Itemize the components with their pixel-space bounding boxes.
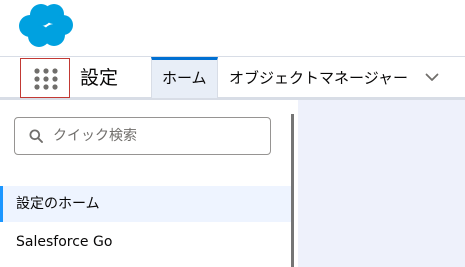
tab-object-manager-label: オブジェクトマネージャー: [229, 69, 408, 87]
chevron-down-icon[interactable]: [425, 73, 439, 82]
sidebar-item-setup-home[interactable]: 設定のホーム: [0, 186, 291, 222]
app-launcher-grid-icon: [34, 68, 58, 90]
tab-home-label: ホーム: [162, 69, 207, 87]
app-launcher-button[interactable]: [20, 58, 70, 98]
search-icon: [29, 129, 43, 143]
sidebar-item-label: 設定のホーム: [16, 196, 100, 212]
global-header: [0, 0, 465, 56]
app-name: 設定: [80, 67, 119, 89]
tab-object-manager[interactable]: オブジェクトマネージャー: [219, 57, 465, 98]
main-content-area: [298, 100, 465, 267]
sidebar-resize-handle[interactable]: [291, 114, 294, 267]
sidebar-item-label: Salesforce Go: [16, 234, 113, 250]
setup-sidebar: 設定のホーム Salesforce Go: [0, 100, 291, 267]
sidebar-item-salesforce-go[interactable]: Salesforce Go: [0, 224, 291, 260]
quick-find-box[interactable]: [14, 117, 271, 155]
salesforce-cloud-logo: [19, 4, 73, 47]
navigation-bar: 設定 ホーム オブジェクトマネージャー: [0, 56, 465, 100]
tab-home[interactable]: ホーム: [151, 57, 218, 98]
quick-find-input[interactable]: [53, 123, 263, 149]
